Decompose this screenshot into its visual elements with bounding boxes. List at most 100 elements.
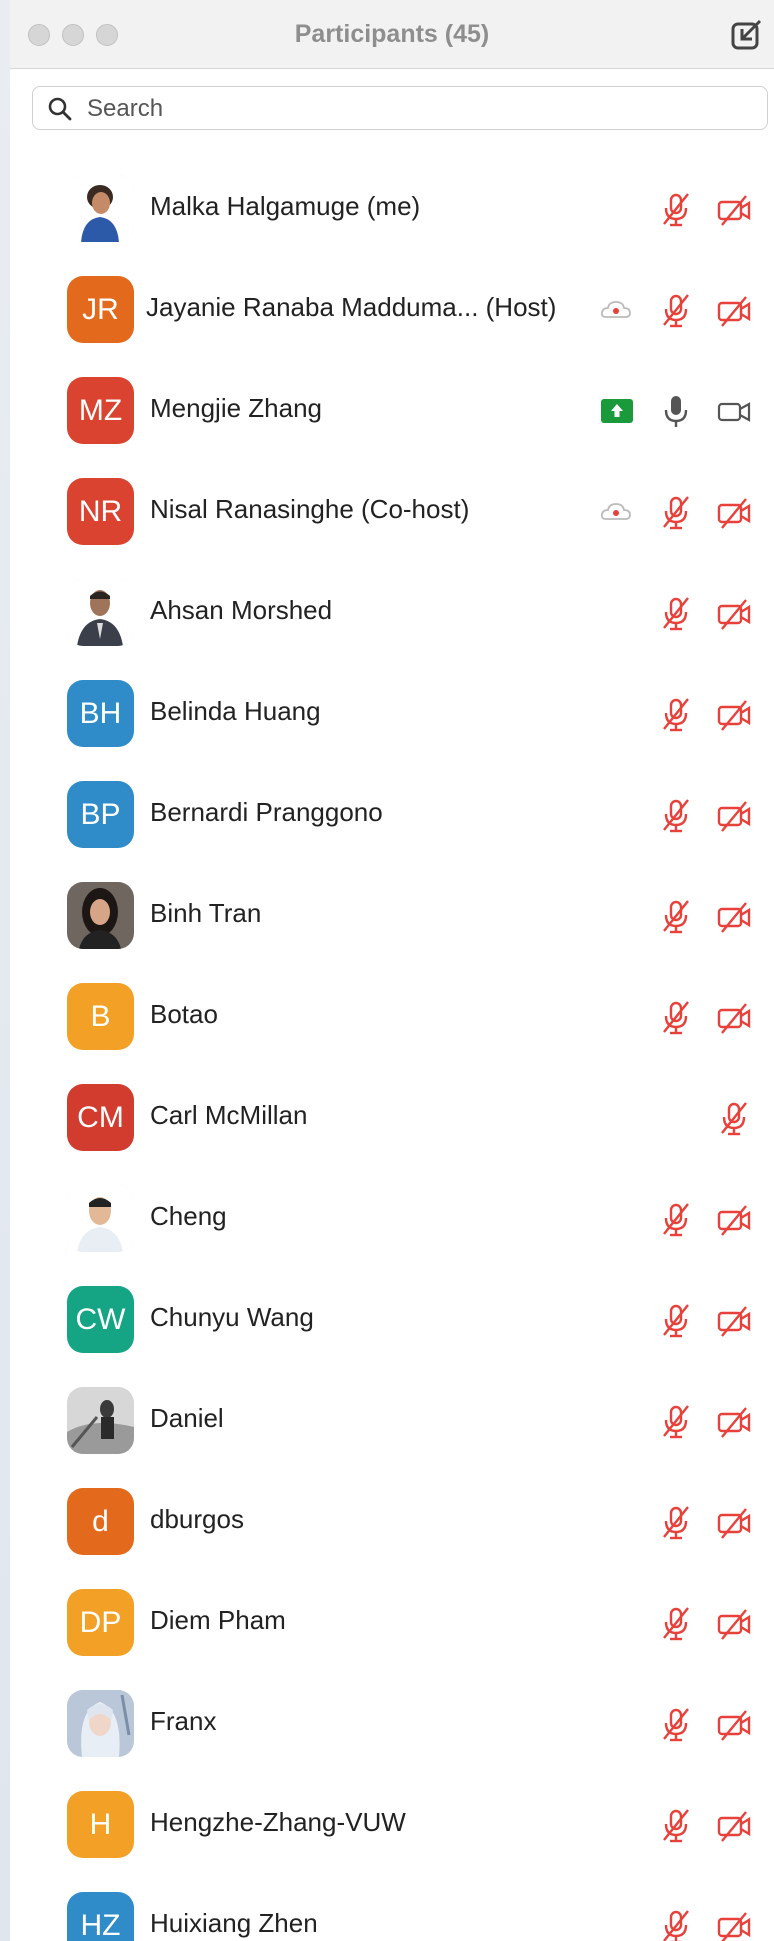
- participant-name: dburgos: [150, 1504, 244, 1534]
- mic-muted-icon[interactable]: [658, 494, 694, 530]
- avatar: DP: [67, 1589, 134, 1656]
- avatar: d: [67, 1488, 134, 1555]
- participant-name: Hengzhe-Zhang-VUW: [150, 1807, 406, 1837]
- participant-row[interactable]: DP Diem Pham: [10, 1572, 774, 1673]
- pop-in-icon[interactable]: [730, 18, 764, 52]
- search-box[interactable]: [32, 86, 768, 130]
- mic-muted-icon[interactable]: [658, 1706, 694, 1742]
- participant-row[interactable]: Daniel: [10, 1370, 774, 1471]
- participant-row[interactable]: MZ Mengjie Zhang: [10, 360, 774, 461]
- camera-off-icon[interactable]: [716, 494, 752, 530]
- camera-off-icon[interactable]: [716, 1807, 752, 1843]
- participant-row[interactable]: JR Jayanie Ranaba Madduma... (Host): [10, 259, 774, 360]
- mic-muted-icon[interactable]: [658, 1302, 694, 1338]
- camera-off-icon[interactable]: [716, 999, 752, 1035]
- participant-row[interactable]: BP Bernardi Pranggono: [10, 764, 774, 865]
- avatar: [67, 1185, 134, 1252]
- participant-row[interactable]: CM Carl McMillan: [10, 1067, 774, 1168]
- avatar: BP: [67, 781, 134, 848]
- participant-name: Nisal Ranasinghe (Co-host): [150, 494, 470, 524]
- participant-name: Binh Tran: [150, 898, 262, 928]
- participant-row[interactable]: H Hengzhe-Zhang-VUW: [10, 1774, 774, 1875]
- cloud-recording-icon[interactable]: [600, 499, 632, 525]
- title-bar: Participants (45): [10, 0, 774, 69]
- mic-muted-icon[interactable]: [658, 898, 694, 934]
- participant-name: Cheng: [150, 1201, 227, 1231]
- participant-name: Bernardi Pranggono: [150, 797, 383, 827]
- search-input[interactable]: [85, 91, 749, 127]
- mic-muted-icon[interactable]: [658, 1504, 694, 1540]
- camera-off-icon[interactable]: [716, 191, 752, 227]
- participant-name: Mengjie Zhang: [150, 393, 322, 423]
- avatar: H: [67, 1791, 134, 1858]
- camera-off-icon[interactable]: [716, 1201, 752, 1237]
- participant-name: Huixiang Zhen: [150, 1908, 318, 1938]
- camera-off-icon[interactable]: [716, 696, 752, 732]
- mic-muted-icon[interactable]: [658, 1908, 694, 1941]
- avatar: [67, 1690, 134, 1757]
- mic-on-icon[interactable]: [658, 393, 694, 429]
- mic-muted-icon[interactable]: [658, 1201, 694, 1237]
- avatar: [67, 175, 134, 242]
- avatar: B: [67, 983, 134, 1050]
- screen-share-icon[interactable]: [600, 398, 634, 424]
- participant-name: Chunyu Wang: [150, 1302, 314, 1332]
- participants-window: Participants (45) Malka Halgamuge (me) JR…: [10, 0, 774, 1941]
- avatar: [67, 579, 134, 646]
- window-title: Participants (45): [294, 20, 490, 48]
- camera-on-icon[interactable]: [716, 393, 752, 429]
- mic-muted-icon[interactable]: [658, 292, 694, 328]
- mic-muted-icon[interactable]: [658, 797, 694, 833]
- participants-list: Malka Halgamuge (me) JR Jayanie Ranaba Mad…: [10, 158, 774, 1941]
- avatar: [67, 1387, 134, 1454]
- participant-row[interactable]: HZ Huixiang Zhen: [10, 1875, 774, 1941]
- camera-off-icon[interactable]: [716, 898, 752, 934]
- avatar: JR: [67, 276, 134, 343]
- search-icon: [48, 97, 72, 121]
- camera-off-icon[interactable]: [716, 1706, 752, 1742]
- camera-off-icon[interactable]: [716, 292, 752, 328]
- camera-off-icon[interactable]: [716, 1403, 752, 1439]
- mic-muted-icon[interactable]: [658, 696, 694, 732]
- mic-muted-icon[interactable]: [658, 1605, 694, 1641]
- mic-muted-icon[interactable]: [658, 191, 694, 227]
- participant-name: Diem Pham: [150, 1605, 286, 1635]
- mic-muted-icon[interactable]: [716, 1100, 752, 1136]
- avatar: HZ: [67, 1892, 134, 1941]
- participant-name: Daniel: [150, 1403, 224, 1433]
- avatar: [67, 882, 134, 949]
- camera-off-icon[interactable]: [716, 595, 752, 631]
- avatar: BH: [67, 680, 134, 747]
- participant-name: Belinda Huang: [150, 696, 321, 726]
- avatar: CW: [67, 1286, 134, 1353]
- participant-name: Carl McMillan: [150, 1100, 308, 1130]
- camera-off-icon[interactable]: [716, 1605, 752, 1641]
- participant-row[interactable]: Binh Tran: [10, 865, 774, 966]
- avatar: MZ: [67, 377, 134, 444]
- participant-row[interactable]: Cheng: [10, 1168, 774, 1269]
- mic-muted-icon[interactable]: [658, 1807, 694, 1843]
- mic-muted-icon[interactable]: [658, 595, 694, 631]
- participant-row[interactable]: BH Belinda Huang: [10, 663, 774, 764]
- participant-row[interactable]: Franx: [10, 1673, 774, 1774]
- participant-name: Franx: [150, 1706, 217, 1736]
- camera-off-icon[interactable]: [716, 1504, 752, 1540]
- avatar: CM: [67, 1084, 134, 1151]
- participant-row[interactable]: Ahsan Morshed: [10, 562, 774, 663]
- participant-row[interactable]: d dburgos: [10, 1471, 774, 1572]
- participant-name: Malka Halgamuge (me): [150, 191, 421, 221]
- mic-muted-icon[interactable]: [658, 1403, 694, 1439]
- participant-row[interactable]: B Botao: [10, 966, 774, 1067]
- participant-row[interactable]: NR Nisal Ranasinghe (Co-host): [10, 461, 774, 562]
- cloud-recording-icon[interactable]: [600, 297, 632, 323]
- camera-off-icon[interactable]: [716, 797, 752, 833]
- mic-muted-icon[interactable]: [658, 999, 694, 1035]
- participant-row[interactable]: Malka Halgamuge (me): [10, 158, 774, 259]
- participant-row[interactable]: CW Chunyu Wang: [10, 1269, 774, 1370]
- camera-off-icon[interactable]: [716, 1302, 752, 1338]
- participant-name: Ahsan Morshed: [150, 595, 333, 625]
- participant-name: Botao: [150, 999, 218, 1029]
- avatar: NR: [67, 478, 134, 545]
- participant-name: Jayanie Ranaba Madduma... (Host): [146, 292, 557, 322]
- camera-off-icon[interactable]: [716, 1908, 752, 1941]
